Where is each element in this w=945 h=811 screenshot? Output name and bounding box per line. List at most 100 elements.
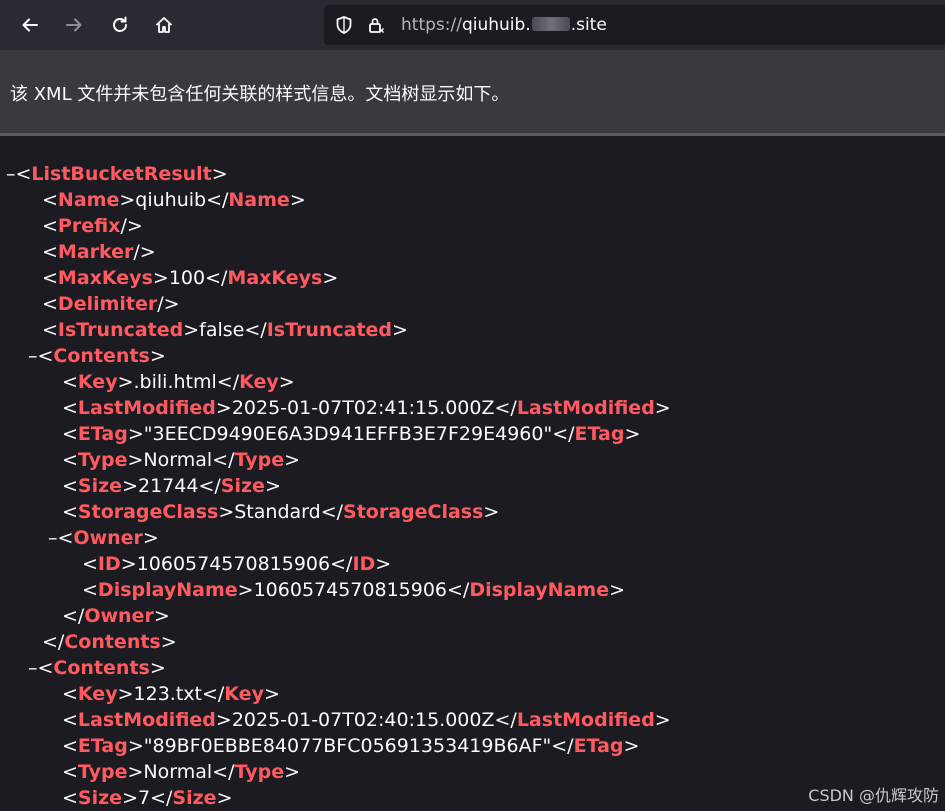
forward-button[interactable]: [58, 9, 90, 41]
xml-line-marker: <Marker/>: [42, 241, 156, 263]
xml-line-delimiter: <Delimiter/>: [42, 293, 180, 315]
xml-line-owner-open: –<Owner>: [48, 527, 159, 549]
collapse-toggle-icon[interactable]: –: [28, 657, 38, 679]
xml-tag: ETag: [573, 735, 624, 757]
collapse-toggle-icon[interactable]: –: [48, 527, 58, 549]
url-redacted-part: [531, 17, 570, 31]
xml-tag: Type: [234, 449, 285, 471]
xml-tag: Marker: [57, 241, 134, 263]
xml-tag: ETag: [77, 735, 128, 757]
xml-tag: IsTruncated: [266, 319, 393, 341]
xml-value: 123.txt: [133, 683, 202, 705]
xml-tag: Size: [77, 475, 123, 497]
xml-tag: Contents: [53, 345, 150, 367]
xml-tag: ListBucketResult: [31, 163, 212, 185]
xml-tag: MaxKeys: [57, 267, 153, 289]
xml-tag: Key: [77, 371, 118, 393]
xml-value: 1060574570815906: [253, 579, 448, 601]
xml-tag: LastModified: [77, 397, 216, 419]
xml-tag: ID: [97, 553, 121, 575]
xml-line-maxkeys: <MaxKeys>100</MaxKeys>: [42, 267, 339, 289]
xml-line-lastmodified: <LastModified>2025-01-07T02:41:15.000Z</…: [62, 397, 671, 419]
xml-line-key: <Key>123.txt</Key>: [62, 683, 280, 705]
xml-tag: ID: [352, 553, 376, 575]
xml-value: 2025-01-07T02:40:15.000Z: [231, 709, 495, 731]
xml-tag: Key: [224, 683, 264, 705]
xml-tag: ETag: [77, 423, 128, 445]
xml-tag: Contents: [64, 631, 161, 653]
xml-tag: Size: [220, 475, 265, 497]
url-scheme: https://: [401, 15, 462, 35]
xml-tag: IsTruncated: [57, 319, 184, 341]
home-button[interactable]: [148, 9, 180, 41]
xml-line-name: <Name>qiuhuib</Name>: [42, 189, 306, 211]
xml-tag: StorageClass: [343, 501, 484, 523]
xml-tag: Type: [77, 761, 128, 783]
shield-icon[interactable]: [334, 15, 354, 35]
lock-icon[interactable]: [366, 15, 386, 35]
xml-tag: LastModified: [516, 397, 655, 419]
xml-tag: Size: [172, 787, 217, 809]
xml-line-etag: <ETag>"3EECD9490E6A3D941EFFB3E7F29E4960"…: [62, 423, 641, 445]
xml-tag: ETag: [574, 423, 625, 445]
reload-button[interactable]: [104, 9, 136, 41]
home-icon: [156, 17, 172, 33]
xml-tag: DisplayName: [469, 579, 610, 601]
xml-value: Normal: [143, 449, 213, 471]
collapse-toggle-icon[interactable]: –: [6, 163, 16, 185]
xml-line-type: <Type>Normal</Type>: [62, 761, 300, 783]
xml-line-istruncated: <IsTruncated>false</IsTruncated>: [42, 319, 408, 341]
xml-line-prefix: <Prefix/>: [42, 215, 143, 237]
url-text[interactable]: https://qiuhuib. .site: [401, 15, 607, 35]
xml-tag: Name: [228, 189, 290, 211]
xml-line-owner-id: <ID>1060574570815906</ID>: [82, 553, 392, 575]
xml-line-owner-displayname: <DisplayName>1060574570815906</DisplayNa…: [82, 579, 626, 601]
xml-tag: MaxKeys: [227, 267, 323, 289]
xml-tag: LastModified: [516, 709, 655, 731]
xml-tag: Owner: [84, 605, 154, 627]
reload-icon: [113, 16, 127, 32]
xml-line-root-open: –<ListBucketResult>: [6, 163, 228, 185]
xml-line-type: <Type>Normal</Type>: [62, 449, 300, 471]
xml-line-etag: <ETag>"89BF0EBBE84077BFC05691353419B6AF"…: [62, 735, 640, 757]
xml-value: "89BF0EBBE84077BFC05691353419B6AF": [143, 735, 552, 757]
xml-tag: Key: [239, 371, 279, 393]
xml-tag: Prefix: [57, 215, 121, 237]
xml-value: 21744: [138, 475, 199, 497]
xml-tag: Name: [57, 189, 120, 211]
xml-value: false: [199, 319, 245, 341]
xml-line-contents-open: –<Contents>: [28, 657, 166, 679]
xml-value: 2025-01-07T02:41:15.000Z: [231, 397, 495, 419]
xml-value: Standard: [234, 501, 321, 523]
xml-line-storageclass: <StorageClass>Standard</StorageClass>: [62, 501, 500, 523]
xml-info-bar: 该 XML 文件并未包含任何关联的样式信息。文档树显示如下。: [0, 50, 945, 136]
xml-line-contents-open: –<Contents>: [28, 345, 166, 367]
xml-line-lastmodified: <LastModified>2025-01-07T02:40:15.000Z</…: [62, 709, 671, 731]
url-host-end: .site: [570, 15, 607, 35]
xml-tree: –<ListBucketResult> <Name>qiuhuib</Name>…: [0, 161, 945, 811]
xml-tag: LastModified: [77, 709, 216, 731]
xml-line-contents-close: </Contents>: [42, 631, 177, 653]
url-host-start: qiuhuib.: [461, 15, 531, 35]
browser-toolbar: https://qiuhuib. .site: [0, 0, 945, 50]
xml-info-message: 该 XML 文件并未包含任何关联的样式信息。文档树显示如下。: [10, 84, 510, 105]
xml-line-size: <Size>7</Size>: [62, 787, 233, 809]
xml-tag: Key: [77, 683, 118, 705]
xml-value: "3EECD9490E6A3D941EFFB3E7F29E4960": [143, 423, 553, 445]
csdn-watermark: CSDN @仇辉攻防: [808, 786, 939, 805]
xml-tag: Delimiter: [57, 293, 158, 315]
xml-value: Normal: [143, 761, 213, 783]
address-bar[interactable]: https://qiuhuib. .site: [324, 5, 945, 45]
xml-line-size: <Size>21744</Size>: [62, 475, 281, 497]
xml-tag: Owner: [73, 527, 143, 549]
forward-arrow-icon: [66, 18, 82, 32]
xml-tag: Size: [77, 787, 123, 809]
back-button[interactable]: [14, 9, 46, 41]
xml-value: 7: [138, 787, 151, 809]
xml-value: 100: [168, 267, 206, 289]
collapse-toggle-icon[interactable]: –: [28, 345, 38, 367]
back-arrow-icon: [22, 18, 38, 32]
xml-tag: Contents: [53, 657, 150, 679]
xml-tag: DisplayName: [97, 579, 238, 601]
xml-tag: StorageClass: [77, 501, 219, 523]
